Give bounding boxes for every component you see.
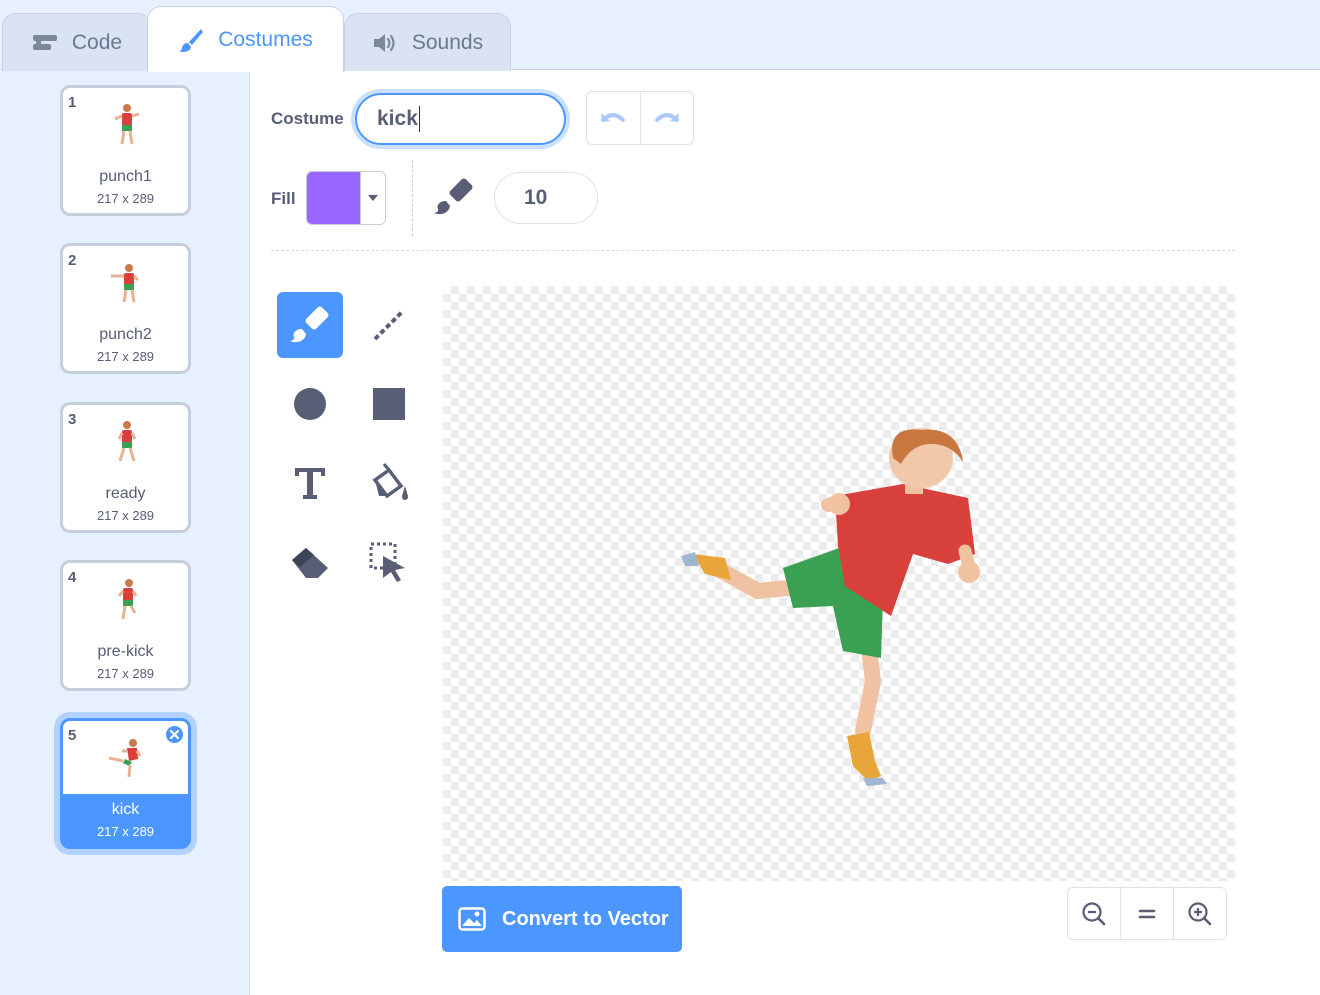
tab-costumes-label: Costumes [218,27,313,51]
undo-icon [601,113,626,122]
costume-number: 3 [68,411,77,428]
costume-card-punch1[interactable]: 1 punch1 217 x 289 [60,85,191,216]
convert-to-vector-button[interactable]: Convert to Vector [442,886,682,952]
costume-thumbnail [117,421,137,462]
fill-label: Fill [271,189,296,208]
toolbar-separator [271,250,1235,251]
text-icon [295,468,325,499]
redo-button[interactable] [639,92,694,144]
select-tool-button[interactable] [356,529,422,595]
equals-icon [1138,909,1156,918]
costume-number: 1 [68,94,77,111]
brush-size-value: 10 [524,186,548,209]
costume-name-value: kick [377,107,418,130]
zoom-in-icon [1188,901,1212,925]
costume-card-punch2[interactable]: 2 punch2 217 x 289 [60,243,191,374]
fill-tool-button[interactable] [356,450,422,516]
fill-color-swatch [307,172,361,224]
line-icon [373,309,405,341]
brush-icon [290,306,329,343]
costume-name: ready [105,485,146,502]
costume-size: 217 x 289 [96,191,155,206]
text-caret [418,106,420,132]
convert-to-vector-label: Convert to Vector [502,907,669,930]
paint-canvas[interactable] [443,286,1235,881]
undo-redo-group [586,91,694,145]
tab-code[interactable]: Code [2,13,152,71]
brush-size-icon [432,177,476,222]
brush-size-input[interactable]: 10 [494,172,598,224]
zoom-out-icon [1082,901,1106,925]
text-tool-button[interactable] [277,450,343,516]
code-blocks-icon [32,33,58,53]
eraser-icon [292,548,328,578]
costume-name: punch2 [99,326,152,343]
costume-card-ready[interactable]: 3 ready 217 x 289 [60,402,191,533]
costume-thumbnail [111,264,140,303]
line-tool-button[interactable] [356,292,422,358]
image-icon [458,907,486,931]
undo-button[interactable] [587,92,640,144]
costume-name: pre-kick [97,643,154,660]
tab-code-label: Code [71,30,123,54]
tab-costumes[interactable]: Costumes [147,6,344,72]
circle-tool-button[interactable] [277,371,343,437]
brush-tool-button[interactable] [277,292,343,358]
costume-size: 217 x 289 [96,349,155,364]
zoom-out-button[interactable] [1068,888,1120,939]
rectangle-icon [373,388,405,420]
speaker-icon [372,32,398,54]
toolbar-divider [412,160,413,236]
select-icon [369,542,405,582]
costume-thumbnail [117,579,138,620]
circle-icon [294,388,326,420]
costume-thumbnail [108,739,142,778]
eraser-tool-button[interactable] [277,529,343,595]
fill-bucket-icon [372,463,408,500]
tab-sounds-label: Sounds [411,30,484,54]
costume-number: 4 [68,569,77,586]
costume-size: 217 x 289 [96,824,155,839]
costume-card-pre-kick[interactable]: 4 pre-kick 217 x 289 [60,560,191,691]
costume-number: 2 [68,252,77,269]
costume-size: 217 x 289 [96,666,155,681]
chevron-down-icon [361,172,385,224]
tab-sounds[interactable]: Sounds [344,13,511,71]
paintbrush-icon [178,27,204,53]
fill-color-picker[interactable] [306,171,386,225]
zoom-in-button[interactable] [1173,888,1226,939]
costume-name-input[interactable]: kick [355,93,566,145]
close-icon [169,729,180,740]
delete-costume-button[interactable] [164,724,185,745]
redo-icon [654,113,679,122]
kick-costume-image [681,428,980,786]
costume-number: 5 [68,727,77,744]
costume-name: punch1 [99,168,152,185]
costume-card-kick[interactable]: 5 kick 217 x 289 [60,718,191,849]
costume-name: kick [111,801,140,818]
costume-thumbnail [114,104,140,145]
rectangle-tool-button[interactable] [356,371,422,437]
zoom-reset-button[interactable] [1120,888,1173,939]
costume-size: 217 x 289 [96,508,155,523]
costume-name-label: Costume [271,109,344,128]
zoom-controls [1067,887,1227,940]
